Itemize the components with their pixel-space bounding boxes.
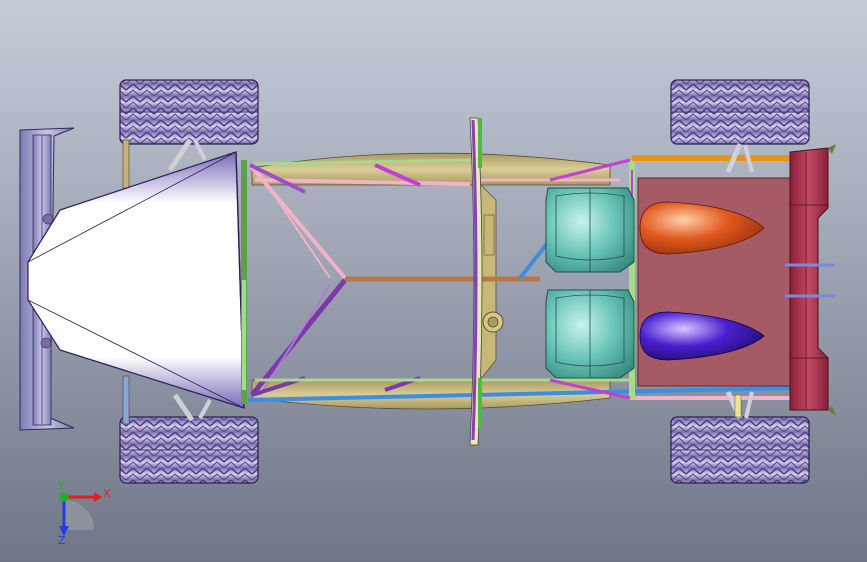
front-left-tire[interactable] [119,79,259,145]
chassis-model[interactable]: X Y Z [0,0,867,562]
front-right-tire[interactable] [119,416,259,484]
seat-left[interactable] [545,187,635,273]
y-axis-dot [59,492,69,502]
y-axis-label: Y [57,480,65,493]
rear-left-tire[interactable] [670,79,810,145]
z-axis-label: Z [58,534,66,547]
seat-right[interactable] [545,289,635,379]
rear-right-tire[interactable] [670,416,810,484]
x-axis-label: X [103,487,111,500]
cad-viewport[interactable]: X Y Z [0,0,867,562]
